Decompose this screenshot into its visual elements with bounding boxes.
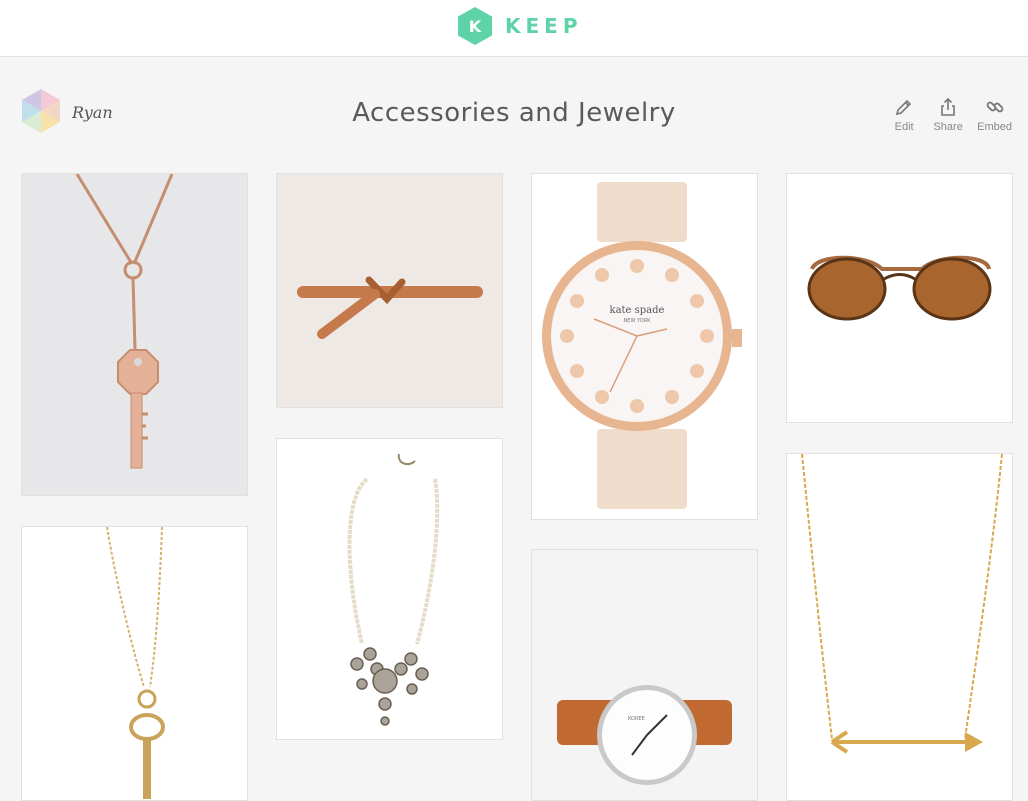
- product-card-leather-watch[interactable]: KOREE: [531, 549, 758, 801]
- kate-spade-watch-image: kate spade NEW YORK: [542, 182, 742, 509]
- product-card-skeleton-key-necklace[interactable]: [21, 526, 248, 801]
- key-necklace-image: [75, 174, 174, 469]
- embed-button[interactable]: Embed: [977, 97, 1012, 133]
- product-card-knot-belt[interactable]: [276, 173, 503, 408]
- board-actions: Edit Share Embed: [889, 97, 1012, 133]
- page-title: Accessories and Jewelry: [352, 98, 676, 128]
- logo-hexagon-icon: K: [457, 6, 493, 46]
- share-label: Share: [933, 121, 963, 133]
- product-card-key-necklace[interactable]: [21, 173, 248, 496]
- belt-image: [297, 276, 483, 339]
- share-icon: [941, 97, 955, 116]
- skeleton-key-image: [106, 527, 165, 799]
- top-bar: K KEEP: [0, 0, 1028, 57]
- watch-brand-text-2: KOREE: [628, 716, 645, 722]
- logo-letter: K: [468, 16, 482, 36]
- share-button[interactable]: Share: [933, 97, 963, 133]
- keep-logo[interactable]: K KEEP: [457, 6, 582, 46]
- product-card-sunglasses[interactable]: [786, 173, 1013, 423]
- product-card-kate-spade-watch[interactable]: kate spade NEW YORK: [531, 173, 758, 520]
- watch-sub-text: NEW YORK: [624, 318, 652, 324]
- product-card-statement-necklace[interactable]: [276, 438, 503, 740]
- link-icon: [986, 101, 1003, 113]
- edit-label: Edit: [894, 121, 914, 133]
- arrow-necklace-image: [801, 454, 1003, 754]
- pencil-icon: [896, 99, 912, 116]
- statement-necklace-image: [347, 453, 440, 726]
- sunglasses-image: [807, 255, 992, 321]
- logo-wordmark: KEEP: [505, 14, 583, 38]
- watch-brand-text: kate spade: [610, 305, 665, 316]
- product-card-arrow-necklace[interactable]: [786, 453, 1013, 801]
- embed-label: Embed: [977, 121, 1012, 133]
- edit-button[interactable]: Edit: [889, 97, 919, 133]
- leather-watch-image: KOREE: [557, 685, 732, 785]
